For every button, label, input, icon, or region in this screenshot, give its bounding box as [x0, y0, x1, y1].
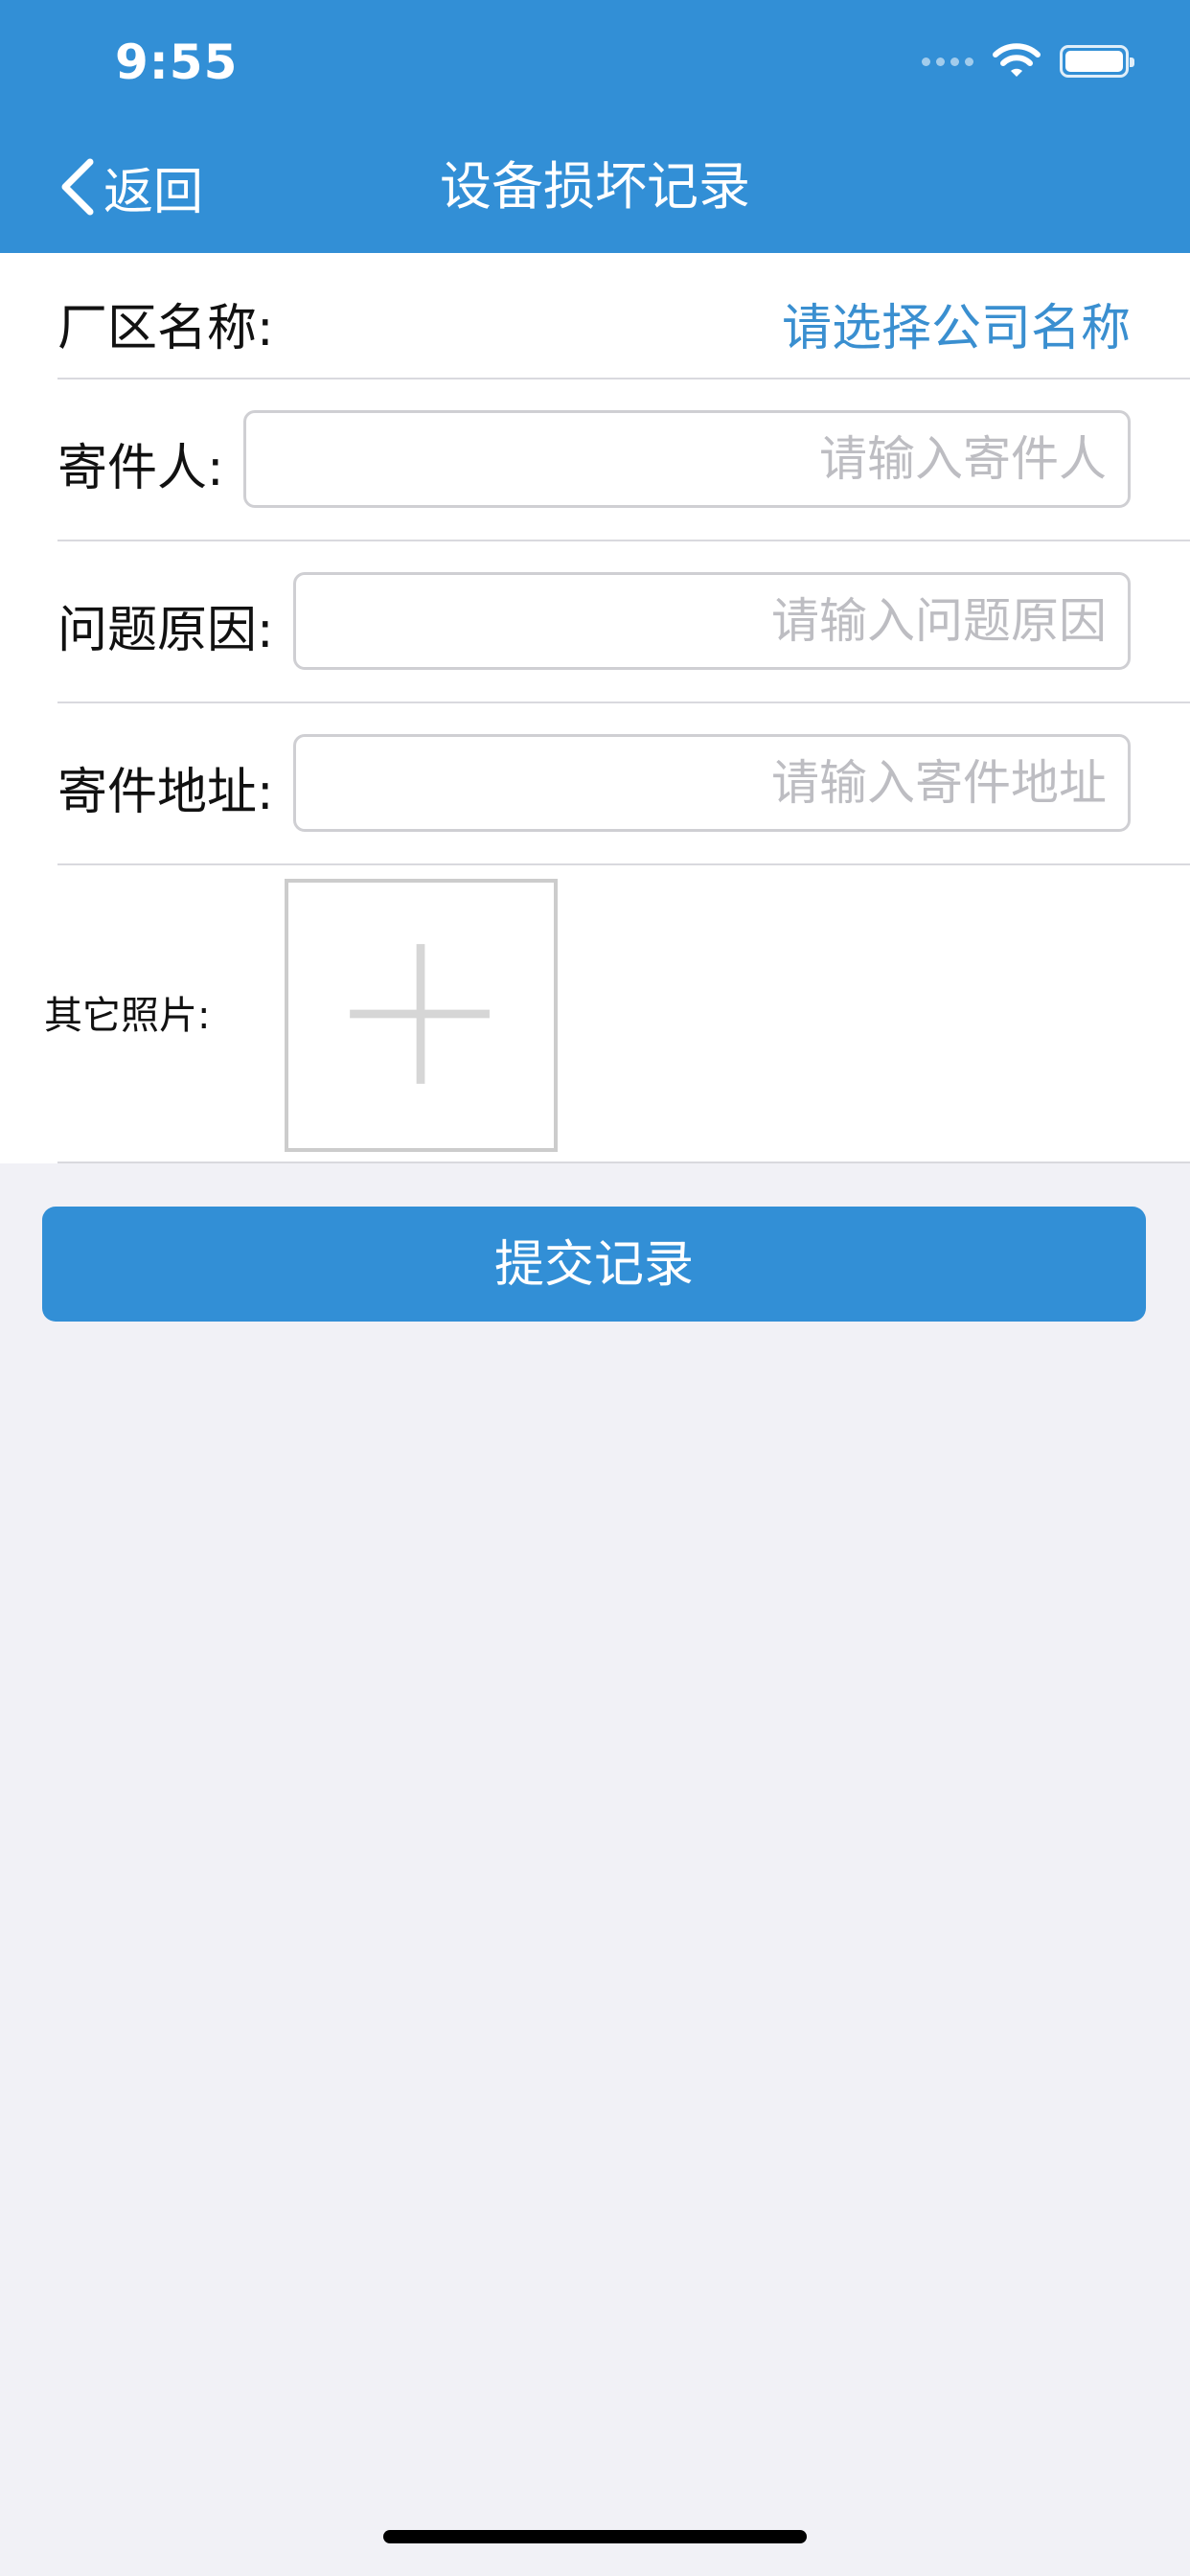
row-divider: [57, 1162, 1190, 1163]
navigation-header: 9:55 返回 设备损坏记录: [0, 0, 1190, 253]
reason-input[interactable]: [296, 575, 1128, 667]
address-input[interactable]: [296, 737, 1128, 829]
status-time: 9:55: [115, 34, 239, 90]
home-indicator: [383, 2530, 807, 2543]
address-row: 寄件地址:: [0, 703, 1190, 865]
reason-row: 问题原因:: [0, 541, 1190, 703]
battery-icon: [1060, 45, 1134, 78]
sender-label: 寄件人:: [57, 440, 224, 497]
sender-input[interactable]: [246, 413, 1128, 505]
add-photo-button[interactable]: [285, 879, 558, 1152]
reason-input-box: [293, 572, 1131, 670]
address-label: 寄件地址:: [57, 764, 274, 821]
record-form: 厂区名称: 请选择公司名称 寄件人: 问题原因: 寄件地址: 其它照片:: [0, 253, 1190, 1163]
address-input-box: [293, 734, 1131, 832]
submit-button[interactable]: 提交记录: [42, 1207, 1146, 1322]
factory-label: 厂区名称:: [57, 300, 274, 357]
photos-row: 其它照片:: [0, 865, 1190, 1163]
status-icons: [922, 42, 1134, 80]
reason-label: 问题原因:: [57, 602, 274, 659]
factory-select[interactable]: 请选择公司名称: [782, 288, 1131, 359]
photos-label: 其它照片:: [44, 994, 211, 1038]
signal-icon: [922, 57, 973, 66]
sender-input-box: [243, 410, 1131, 508]
factory-row[interactable]: 厂区名称: 请选择公司名称: [0, 253, 1190, 380]
chevron-left-icon: [61, 158, 94, 216]
back-label: 返回: [103, 163, 204, 221]
sender-row: 寄件人:: [0, 380, 1190, 541]
wifi-icon: [993, 43, 1041, 77]
back-button[interactable]: 返回: [57, 153, 204, 221]
plus-icon: [350, 944, 490, 1084]
